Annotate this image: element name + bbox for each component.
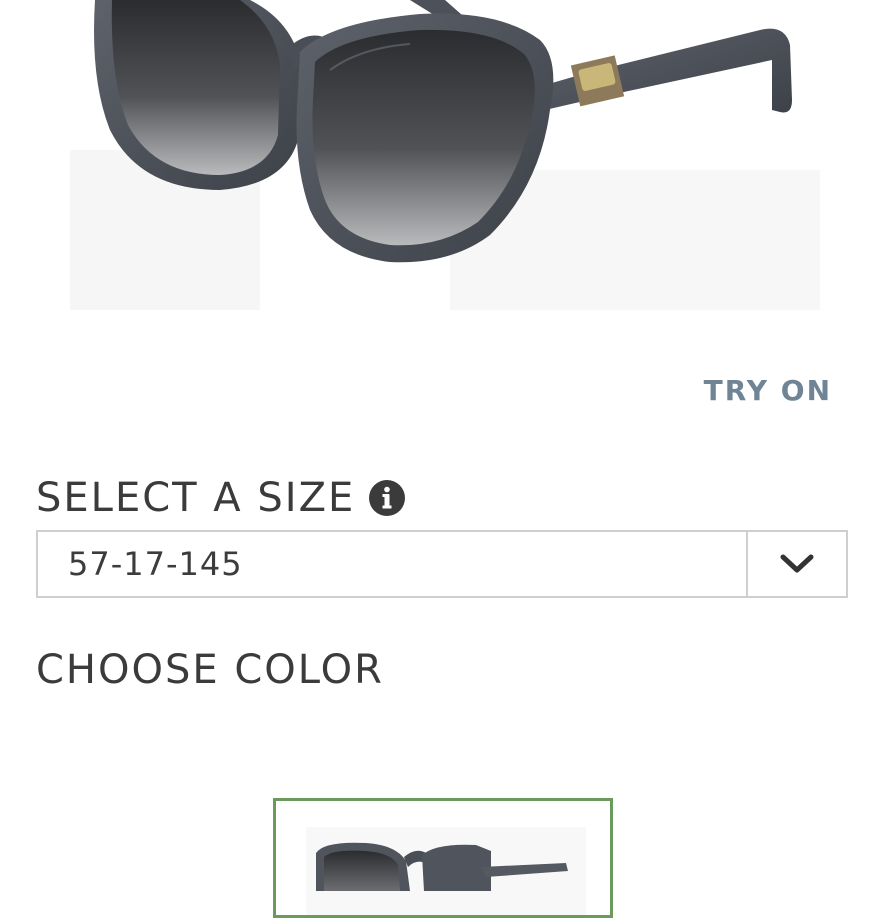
chevron-down-icon — [780, 554, 814, 573]
size-dropdown-toggle[interactable] — [746, 532, 846, 596]
swatch-sunglasses-thumbnail — [306, 827, 586, 915]
product-image — [0, 0, 886, 330]
choose-color-heading: CHOOSE COLOR — [36, 647, 384, 693]
select-size-label: SELECT A SIZE — [36, 475, 356, 521]
info-circle-icon[interactable] — [369, 480, 406, 516]
sunglasses-image — [70, 0, 820, 310]
size-selected-value: 57-17-145 — [68, 545, 243, 583]
color-swatch-selected[interactable] — [273, 798, 613, 918]
try-on-button[interactable]: TRY ON — [704, 374, 832, 407]
size-dropdown[interactable]: 57-17-145 — [36, 530, 848, 598]
select-size-heading: SELECT A SIZE — [36, 475, 406, 521]
